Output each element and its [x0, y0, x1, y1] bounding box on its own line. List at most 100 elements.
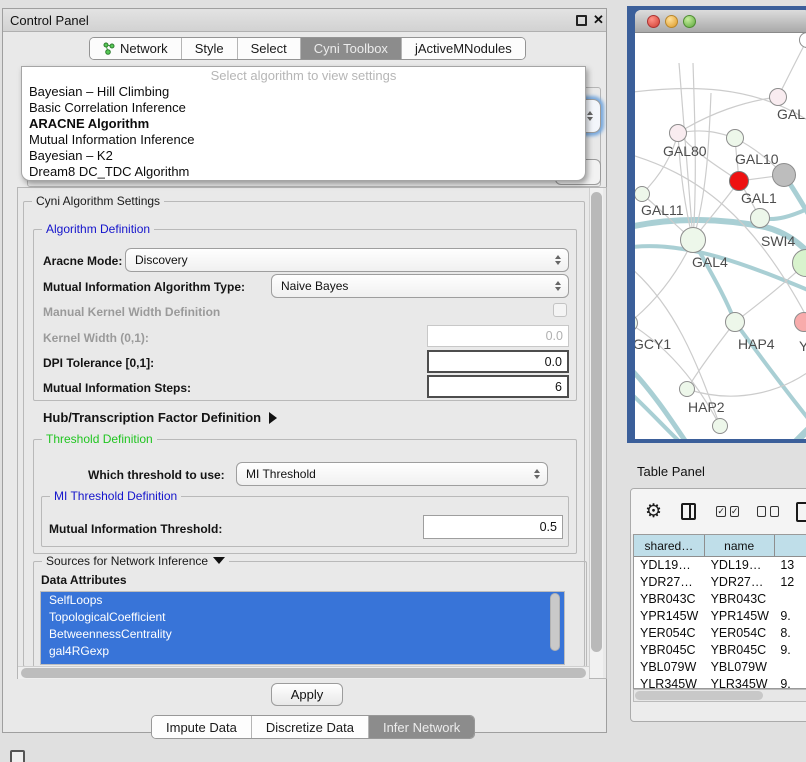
network-window: GAL GAL80 GAL10 GAL1 GAL11 GAL4 SWI4 GCY…: [635, 10, 806, 439]
table-header: shared… name: [634, 535, 806, 557]
mi-steps-label: Mutual Information Steps:: [43, 381, 191, 395]
node-gal4[interactable]: [680, 227, 706, 253]
stepper-icon: [587, 111, 593, 121]
data-attributes-label: Data Attributes: [41, 573, 127, 587]
columns-icon[interactable]: [681, 503, 696, 520]
dpi-tolerance-field[interactable]: 0.0: [427, 350, 569, 373]
algorithm-option[interactable]: Bayesian – Hill Climbing: [22, 84, 585, 100]
close-icon[interactable]: ✕: [593, 12, 604, 28]
page-icon[interactable]: [796, 502, 806, 522]
node-gal1[interactable]: [750, 208, 770, 228]
algorithm-option[interactable]: Basic Correlation Inference: [22, 100, 585, 116]
algorithm-option[interactable]: Bayesian – K2: [22, 148, 585, 164]
stepper-icon: [555, 281, 561, 291]
checked-checkbox-icon[interactable]: ✓: [730, 506, 740, 517]
node-hap2[interactable]: [679, 381, 695, 397]
algorithm-definition-title: Algorithm Definition: [42, 222, 154, 236]
kernel-width-field[interactable]: 0.0: [427, 325, 569, 347]
close-traffic-light-icon[interactable]: [647, 15, 660, 28]
table-row[interactable]: YPR145WYPR145W9.: [634, 608, 806, 625]
algorithm-dropdown-popup: Select algorithm to view settings Bayesi…: [21, 66, 586, 181]
screen: Control Panel ✕ Network Style Select Cyn…: [0, 0, 806, 762]
horizontal-scrollbar-thumb[interactable]: [21, 668, 586, 678]
threshold-definition-title: Threshold Definition: [42, 432, 157, 446]
table-row[interactable]: YDL19…YDL19…13: [634, 557, 806, 574]
tab-impute-data[interactable]: Impute Data: [152, 716, 252, 738]
sources-title[interactable]: Sources for Network Inference: [42, 554, 229, 568]
node-red-selected[interactable]: [729, 171, 749, 191]
node-gal80[interactable]: [669, 124, 687, 142]
table-row[interactable]: YDR27…YDR27…12: [634, 574, 806, 591]
tab-discretize-data[interactable]: Discretize Data: [252, 716, 369, 738]
node-label: GAL11: [641, 202, 684, 218]
attribute-item[interactable]: [41, 660, 564, 665]
attribute-item[interactable]: gal4RGexp: [41, 643, 564, 660]
zoom-traffic-light-icon[interactable]: [683, 15, 696, 28]
table-row[interactable]: YBL079WYBL079W: [634, 659, 806, 676]
algorithm-option-selected[interactable]: ARACNE Algorithm: [22, 116, 585, 132]
node-hap4[interactable]: [725, 312, 745, 332]
checked-checkbox-icon[interactable]: ✓: [716, 506, 726, 517]
node-label: Y: [799, 338, 806, 354]
node-gal-partial[interactable]: [769, 88, 787, 106]
attribute-item[interactable]: SelfLoops: [41, 592, 564, 609]
table-row[interactable]: YBR045CYBR045C9.: [634, 642, 806, 659]
mi-steps-field[interactable]: 6: [427, 375, 569, 398]
control-panel: Control Panel ✕ Network Style Select Cyn…: [2, 8, 607, 733]
list-scrollbar-thumb[interactable]: [550, 593, 560, 651]
tab-infer-network[interactable]: Infer Network: [369, 716, 474, 738]
unchecked-checkbox-icon[interactable]: [757, 506, 766, 517]
attribute-item[interactable]: BetweennessCentrality: [41, 626, 564, 643]
column-header-shared-name[interactable]: shared…: [634, 535, 705, 556]
control-panel-titlebar: Control Panel ✕: [3, 9, 606, 32]
node-gal10[interactable]: [726, 129, 744, 147]
node-label: HAP4: [738, 336, 775, 352]
minimized-panel-icon[interactable]: [10, 750, 25, 762]
table-row[interactable]: YLR345WYLR345W9.: [634, 676, 806, 689]
node-label: GAL10: [735, 151, 779, 167]
node-partial-bottom[interactable]: [712, 418, 728, 434]
node-label: GAL4: [692, 254, 728, 270]
table-toolbar: ⚙ ✓ ✓: [631, 489, 806, 534]
node-label: GAL80: [663, 143, 707, 159]
table-hscrollbar-thumb[interactable]: [635, 691, 763, 700]
aracne-mode-label: Aracne Mode:: [43, 254, 122, 268]
minimize-traffic-light-icon[interactable]: [665, 15, 678, 28]
table-panel: ⚙ ✓ ✓ shared… name YDL19…YDL19…13 YDR27……: [630, 488, 806, 722]
mi-algorithm-type-combobox[interactable]: Naive Bayes: [271, 274, 569, 298]
node-label: SWI4: [761, 233, 795, 249]
node-label: GAL1: [741, 190, 777, 206]
collapse-down-icon: [213, 557, 225, 564]
float-window-icon[interactable]: [576, 15, 587, 26]
network-window-titlebar[interactable]: [635, 10, 806, 33]
tab-jactivemnodules[interactable]: jActiveMNodules: [402, 38, 525, 59]
algorithm-option[interactable]: Dream8 DC_TDC Algorithm: [22, 164, 585, 180]
tab-cyni-toolbox[interactable]: Cyni Toolbox: [301, 38, 402, 59]
table-row[interactable]: YBR043CYBR043C: [634, 591, 806, 608]
node-label: GAL: [777, 106, 805, 122]
vertical-scrollbar-thumb[interactable]: [591, 192, 602, 652]
hub-definition-expander[interactable]: Hub/Transcription Factor Definition: [43, 410, 277, 425]
network-canvas[interactable]: GAL GAL80 GAL10 GAL1 GAL11 GAL4 SWI4 GCY…: [635, 33, 806, 439]
kernel-width-label: Kernel Width (0,1):: [43, 331, 149, 345]
which-threshold-combobox[interactable]: MI Threshold: [236, 462, 548, 486]
aracne-mode-combobox[interactable]: Discovery: [125, 248, 569, 272]
apply-button[interactable]: Apply: [271, 683, 343, 706]
node-table: shared… name YDL19…YDL19…13 YDR27…YDR27……: [633, 534, 806, 689]
algorithm-option[interactable]: Mutual Information Inference: [22, 132, 585, 148]
expand-right-icon: [269, 412, 277, 424]
manual-kernel-width-checkbox[interactable]: [553, 303, 567, 317]
tab-network[interactable]: Network: [90, 38, 182, 59]
stepper-icon: [555, 255, 561, 265]
stepper-icon: [534, 469, 540, 479]
tab-style[interactable]: Style: [182, 38, 238, 59]
mi-threshold-label: Mutual Information Threshold:: [49, 522, 222, 536]
column-header-name[interactable]: name: [705, 535, 775, 556]
table-row[interactable]: YER054CYER054C8.: [634, 625, 806, 642]
gear-icon[interactable]: ⚙: [645, 500, 662, 523]
tab-select[interactable]: Select: [238, 38, 301, 59]
mi-threshold-field[interactable]: 0.5: [423, 515, 563, 539]
unchecked-checkbox-icon[interactable]: [770, 506, 779, 517]
column-header-partial[interactable]: [775, 535, 806, 556]
attribute-item[interactable]: TopologicalCoefficient: [41, 609, 564, 626]
